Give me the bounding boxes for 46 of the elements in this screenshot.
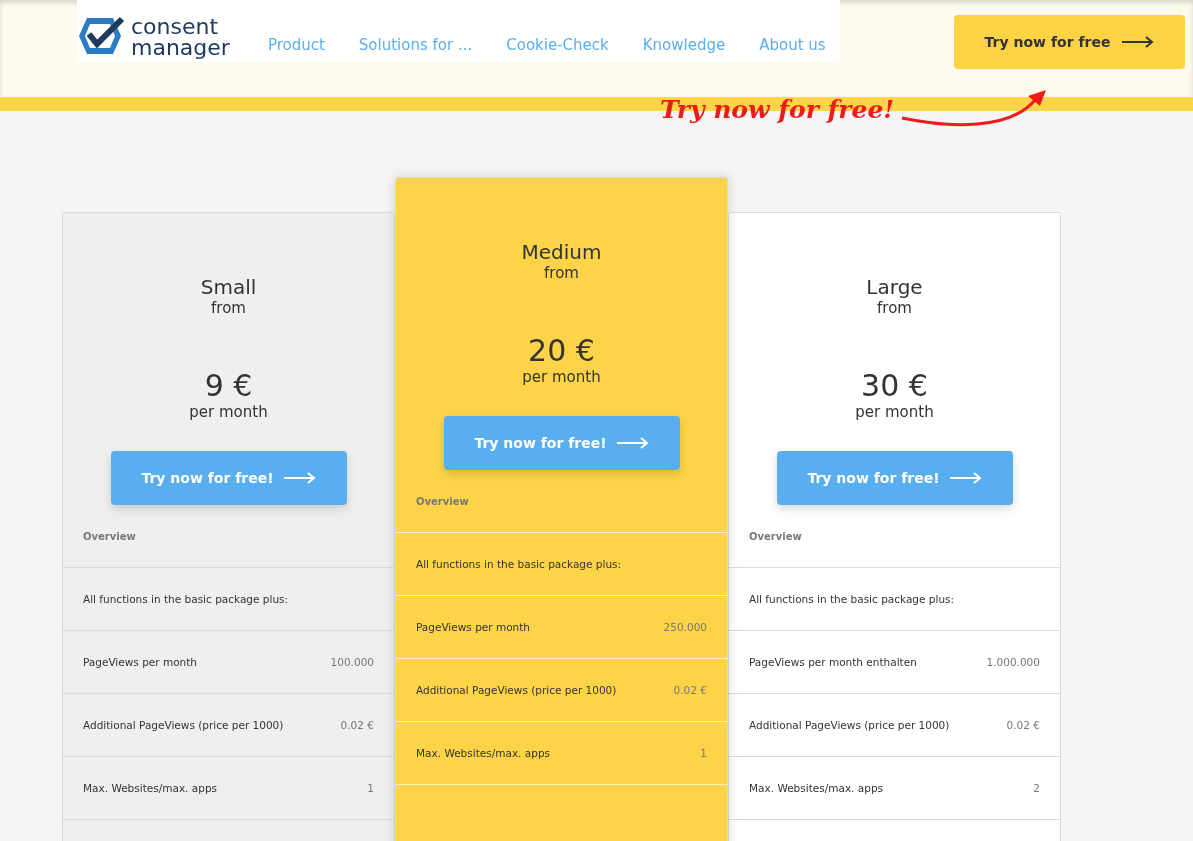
logo-text: consent manager — [131, 16, 230, 58]
try-free-button[interactable]: Try now for free! — [110, 451, 347, 505]
feature-value: 2 — [1033, 782, 1040, 794]
nav-link[interactable]: Knowledge — [642, 36, 726, 54]
overview-heading: Overview — [748, 529, 803, 544]
feature-label: PageViews per month enthalten — [749, 656, 917, 668]
plan-price: 20 € — [528, 334, 595, 368]
try-free-button[interactable]: Try now for free! — [776, 451, 1013, 505]
overview-heading: Overview — [415, 494, 470, 509]
plan-price: 9 € — [204, 369, 253, 403]
try-free-button[interactable]: Try now for free! — [443, 416, 680, 470]
feature-value: 250.000 — [663, 621, 707, 633]
feature-label: Additional PageViews (price per 1000) — [416, 684, 617, 696]
period-label: per month — [855, 403, 934, 421]
from-label: from — [211, 299, 246, 317]
try-free-button[interactable]: Try now for free — [954, 15, 1185, 69]
feature-label: All functions in the basic package plus: — [83, 593, 289, 605]
nav-link[interactable]: About us — [759, 36, 826, 54]
feature-label: Max. Websites/max. apps — [416, 747, 551, 759]
feature-value: 1 — [367, 782, 374, 794]
feature-value: 100.000 — [330, 656, 374, 668]
feature-value: 0.02 € — [673, 684, 707, 696]
feature-value: 1 — [700, 747, 707, 759]
feature-label: Additional PageViews (price per 1000) — [83, 719, 284, 731]
feature-label: PageViews per month — [416, 621, 530, 633]
plan-name: Large — [866, 275, 923, 299]
feature-value: 0.02 € — [340, 719, 374, 731]
feature-label: All functions in the basic package plus: — [749, 593, 955, 605]
feature-label: PageViews per month — [83, 656, 197, 668]
feature-label: All functions in the basic package plus: — [416, 558, 622, 570]
feature-label: Additional PageViews (price per 1000) — [749, 719, 950, 731]
nav-link[interactable]: Cookie-Check — [506, 36, 609, 54]
plan-name: Medium — [521, 240, 602, 264]
from-label: from — [877, 299, 912, 317]
feature-label: Max. Websites/max. apps — [749, 782, 884, 794]
feature-label: Max. Websites/max. apps — [83, 782, 218, 794]
overview-heading: Overview — [82, 529, 137, 544]
nav-link[interactable]: Product — [267, 36, 325, 54]
from-label: from — [544, 264, 579, 282]
feature-value: 0.02 € — [1006, 719, 1040, 731]
period-label: per month — [189, 403, 268, 421]
plan-name: Small — [200, 275, 257, 299]
plan-price: 30 € — [861, 369, 928, 403]
period-label: per month — [522, 368, 601, 386]
nav-link[interactable]: Solutions for ... — [358, 36, 473, 54]
feature-value: 1.000.000 — [986, 656, 1040, 668]
